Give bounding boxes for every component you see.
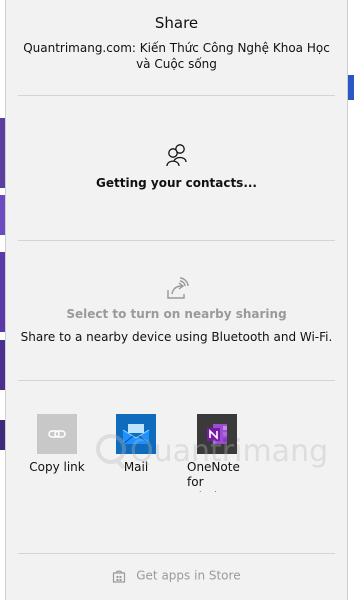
app-copy-link[interactable]: Copy link (24, 414, 90, 475)
divider (18, 380, 335, 381)
divider (18, 553, 335, 554)
app-label: Mail (123, 460, 149, 474)
share-apps-list: Copy link Mail OneNote for (6, 414, 347, 504)
mail-tile (116, 414, 156, 454)
contacts-icon (165, 144, 187, 167)
get-apps-in-store-link[interactable]: Get apps in Store (6, 568, 347, 583)
app-onenote[interactable]: OneNote for Windows 10 (184, 414, 250, 492)
app-label-text: OneNote for Windows 10 (187, 460, 241, 492)
contacts-status: Getting your contacts... (96, 176, 257, 190)
store-label: Get apps in Store (136, 568, 241, 583)
app-label: Copy link (29, 460, 85, 474)
share-title: Share (154, 14, 199, 32)
app-mail[interactable]: Mail (103, 414, 169, 475)
store-bag-icon (113, 570, 126, 583)
nearby-sharing-section[interactable]: Select to turn on nearby sharing Share t… (6, 274, 347, 344)
nearby-sharing-title: Select to turn on nearby sharing (66, 307, 287, 321)
divider (18, 240, 335, 241)
share-subtitle: Quantrimang.com: Kiến Thức Công Nghệ Kho… (23, 41, 330, 71)
onenote-icon (207, 424, 227, 444)
link-icon (48, 430, 66, 438)
share-panel: Share Quantrimang.com: Kiến Thức Công Ng… (5, 0, 348, 600)
app-label: OneNote for Windows 10 (187, 460, 247, 492)
mail-icon (122, 424, 150, 445)
background-window-right (348, 0, 354, 600)
screen: Share Quantrimang.com: Kiến Thức Công Ng… (0, 0, 354, 600)
contacts-section: Getting your contacts... (6, 140, 347, 190)
divider (18, 95, 335, 96)
copy-link-tile (37, 414, 77, 454)
share-header: Share Quantrimang.com: Kiến Thức Công Ng… (6, 0, 347, 72)
onenote-tile (197, 414, 237, 454)
nearby-sharing-icon (166, 277, 189, 299)
nearby-sharing-description: Share to a nearby device using Bluetooth… (20, 330, 333, 344)
